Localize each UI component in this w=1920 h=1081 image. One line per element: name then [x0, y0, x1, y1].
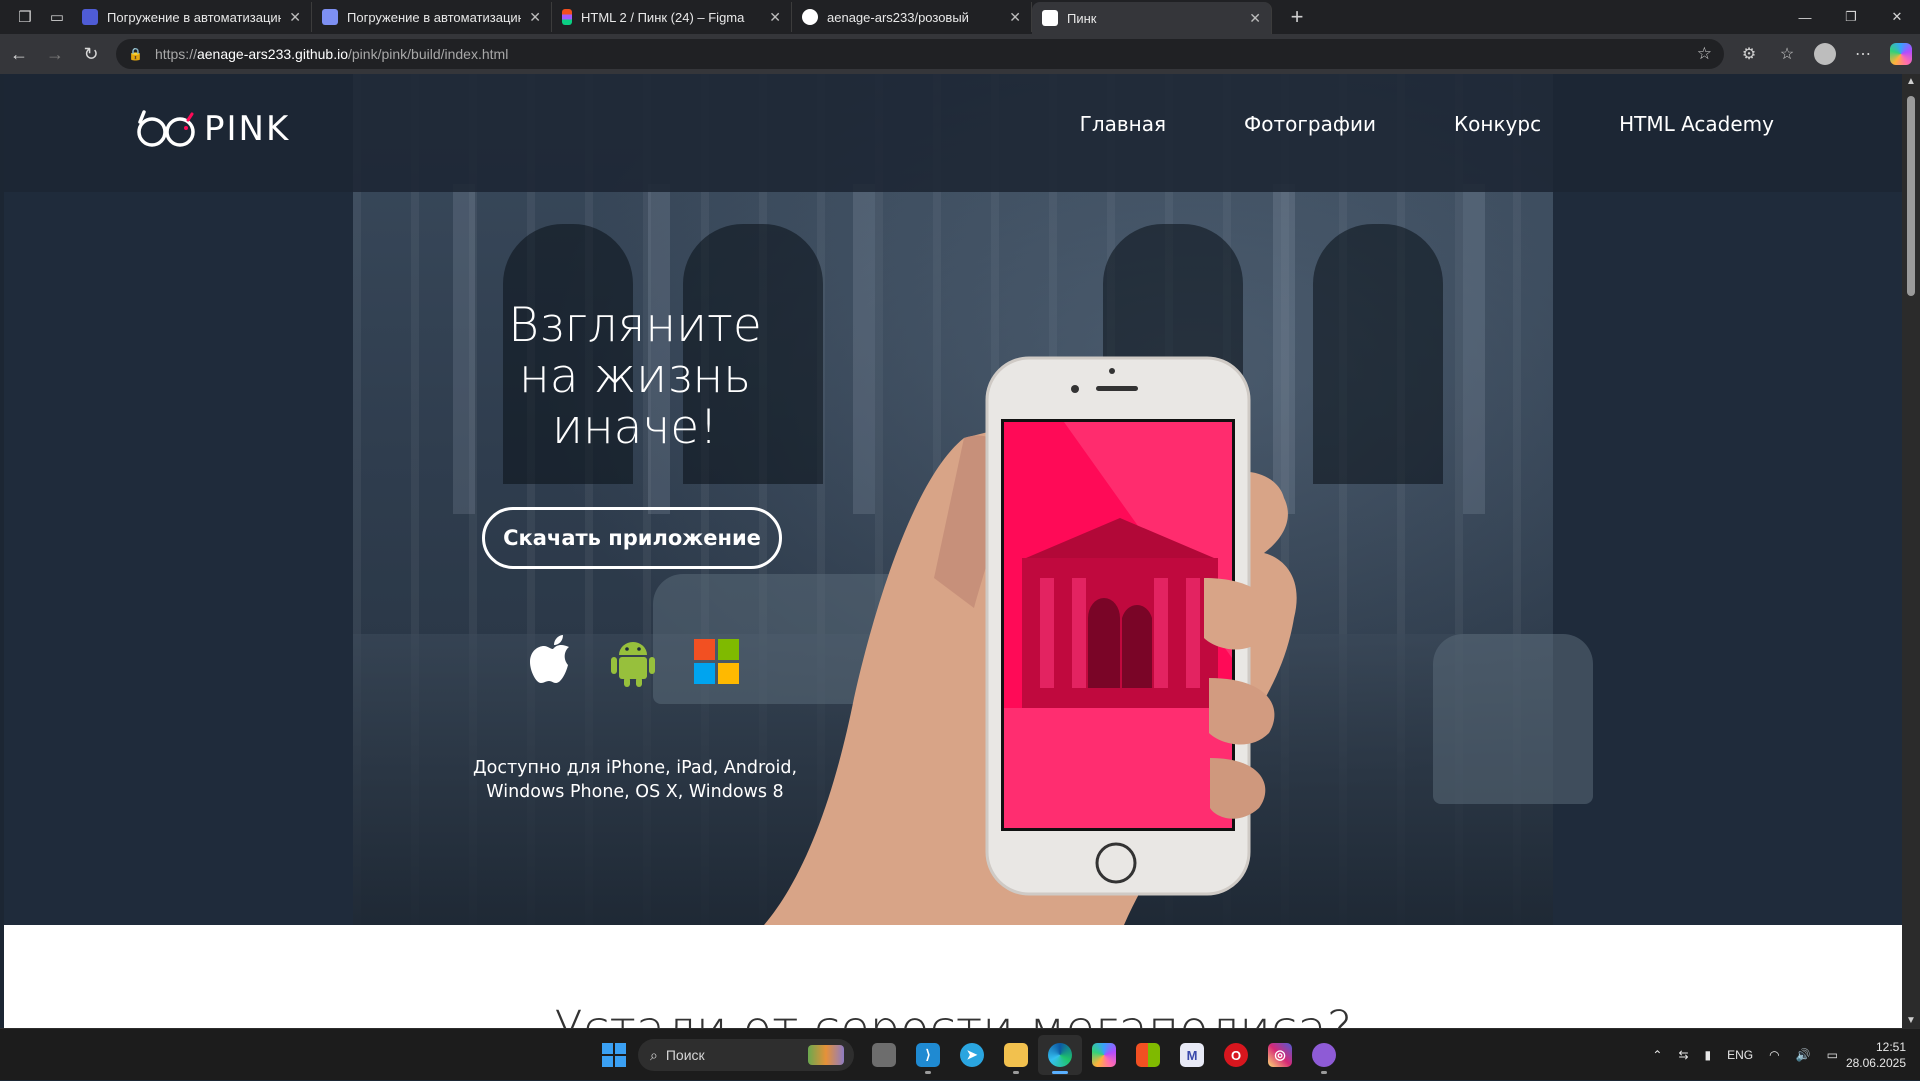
- pink-favicon-icon: [1042, 10, 1058, 26]
- page-viewport: PINK Главная Фотографии Конкурс HTML Aca…: [4, 74, 1902, 1028]
- tab-title: Пинк: [1067, 10, 1097, 26]
- nav-contest[interactable]: Конкурс: [1454, 112, 1541, 136]
- tab-2[interactable]: HTML 2 / Пинк (24) – Figma ✕: [552, 2, 792, 32]
- nav-home[interactable]: Главная: [1080, 112, 1166, 136]
- close-window-icon[interactable]: ✕: [1874, 0, 1920, 34]
- scroll-down-icon[interactable]: ▼: [1902, 1015, 1920, 1026]
- copilot-icon[interactable]: [1882, 43, 1920, 65]
- opera-icon[interactable]: O: [1214, 1035, 1258, 1075]
- tab-title: Погружение в автоматизацию -: [347, 9, 522, 25]
- url-field[interactable]: 🔒 https://aenage-ars233.github.io/pink/p…: [116, 39, 1724, 69]
- github-favicon-icon: [802, 9, 818, 25]
- profile-avatar[interactable]: [1806, 43, 1844, 65]
- taskbar-search[interactable]: ⌕ Поиск: [638, 1039, 854, 1071]
- tab-actions-icon[interactable]: ▭: [42, 2, 72, 32]
- windows-icon[interactable]: [694, 639, 740, 685]
- page-scrollbar[interactable]: ▲ ▼: [1902, 74, 1920, 1028]
- favorite-star-icon[interactable]: ☆: [1697, 44, 1712, 64]
- edge-icon[interactable]: [1038, 1035, 1082, 1075]
- restore-icon[interactable]: ❐: [1828, 0, 1874, 34]
- tab-title: Погружение в автоматизацию -: [107, 9, 282, 25]
- lock-icon[interactable]: 🔒: [128, 47, 143, 61]
- intro-section: Устали от серости мегаполиса?: [4, 925, 1902, 1028]
- nav-html-academy[interactable]: HTML Academy: [1619, 112, 1774, 136]
- close-tab-icon[interactable]: ✕: [529, 9, 541, 26]
- vscode-icon[interactable]: ⟩: [906, 1035, 950, 1075]
- scroll-thumb[interactable]: [1907, 96, 1915, 296]
- tab-4-active[interactable]: Пинк ✕: [1032, 2, 1272, 34]
- tab-title: HTML 2 / Пинк (24) – Figma: [581, 9, 745, 25]
- figma-favicon-icon: [562, 9, 572, 25]
- close-tab-icon[interactable]: ✕: [1009, 9, 1021, 26]
- address-toolbar: ← → ↻ 🔒 https://aenage-ars233.github.io /…: [0, 34, 1920, 74]
- wifi-icon[interactable]: ◠: [1769, 1048, 1779, 1062]
- site-header: PINK Главная Фотографии Конкурс HTML Aca…: [4, 74, 1902, 192]
- url-host: aenage-ars233.github.io: [196, 46, 348, 62]
- language-indicator[interactable]: ENG: [1727, 1048, 1753, 1062]
- browser-tools: ⚙ ☆ ⋯: [1730, 34, 1920, 74]
- tab-strip: ❒ ▭ Погружение в автоматизацию - ✕ Погру…: [0, 0, 1920, 34]
- search-icon: ⌕: [650, 1046, 658, 1063]
- pink-logo[interactable]: PINK: [134, 106, 290, 152]
- glasses-logo-icon: [137, 110, 195, 147]
- hand-holding-phone-image: [764, 356, 1297, 925]
- android-icon[interactable]: [610, 637, 656, 687]
- graph-icon[interactable]: ▮: [1705, 1048, 1712, 1062]
- url-scheme: https://: [154, 46, 197, 62]
- hero-section: PINK Главная Фотографии Конкурс HTML Aca…: [4, 74, 1902, 925]
- favorites-icon[interactable]: ☆: [1768, 44, 1806, 64]
- close-tab-icon[interactable]: ✕: [769, 9, 781, 26]
- start-windows-icon[interactable]: [602, 1043, 626, 1067]
- platform-icons: [528, 633, 743, 691]
- battery-icon[interactable]: ▭: [1827, 1048, 1838, 1062]
- parked-car: [1433, 634, 1593, 804]
- instagram-icon[interactable]: ◎: [1258, 1035, 1302, 1075]
- clock-date: 28.06.2025: [1845, 1056, 1906, 1070]
- section-title: Устали от серости мегаполиса?: [4, 1001, 1902, 1028]
- tab-3[interactable]: aenage-ars233/розовый ✕: [792, 2, 1032, 32]
- tab-title: aenage-ars233/розовый: [827, 9, 969, 25]
- windows-taskbar: ⌕ Поиск ⟩ ➤ M O ◎ ⌃ ⇆ ▮ ENG ◠ 🔊 ▭ 12:51 …: [0, 1028, 1920, 1080]
- workspaces-icon[interactable]: ❒: [10, 2, 40, 32]
- chevron-up-icon[interactable]: ⌃: [1652, 1048, 1662, 1062]
- shield-favicon-icon: [322, 9, 338, 25]
- logo-text: PINK: [204, 109, 291, 149]
- reload-icon[interactable]: ↻: [74, 38, 108, 70]
- mail-icon[interactable]: M: [1170, 1035, 1214, 1075]
- main-nav: Главная Фотографии Конкурс HTML Academy: [1002, 112, 1774, 136]
- window-controls: — ❐ ✕: [1782, 0, 1920, 34]
- volume-icon[interactable]: 🔊: [1796, 1048, 1811, 1062]
- nav-photos[interactable]: Фотографии: [1244, 112, 1376, 136]
- back-icon[interactable]: ←: [2, 38, 36, 70]
- system-tray: ⌃ ⇆ ▮ ENG ◠ 🔊 ▭ 12:51 28.06.2025: [1644, 1029, 1920, 1081]
- taskbar-center: ⌕ Поиск ⟩ ➤ M O ◎: [590, 1035, 1346, 1075]
- forward-icon[interactable]: →: [38, 38, 72, 70]
- search-highlight-image: [808, 1045, 844, 1065]
- copilot-icon[interactable]: [1082, 1035, 1126, 1075]
- building-column: [1463, 184, 1485, 514]
- transfer-icon[interactable]: ⇆: [1678, 1048, 1688, 1062]
- file-explorer-icon[interactable]: [862, 1035, 906, 1075]
- store-icon[interactable]: [1126, 1035, 1170, 1075]
- folder-icon[interactable]: [994, 1035, 1038, 1075]
- minimize-icon[interactable]: —: [1782, 0, 1828, 34]
- search-placeholder: Поиск: [665, 1047, 705, 1063]
- download-app-button[interactable]: Скачать приложение: [482, 507, 782, 569]
- extensions-icon[interactable]: ⚙: [1730, 44, 1768, 64]
- close-tab-icon[interactable]: ✕: [1249, 10, 1261, 27]
- clock[interactable]: 12:51 28.06.2025: [1846, 1039, 1906, 1071]
- building-arch: [1313, 224, 1443, 484]
- close-tab-icon[interactable]: ✕: [289, 9, 301, 26]
- telegram-icon[interactable]: ➤: [950, 1035, 994, 1075]
- github-icon[interactable]: [1302, 1035, 1346, 1075]
- tab-0[interactable]: Погружение в автоматизацию - ✕: [72, 2, 312, 32]
- shield-favicon-icon: [82, 9, 98, 25]
- more-menu-icon[interactable]: ⋯: [1844, 44, 1882, 64]
- new-tab-button[interactable]: +: [1284, 4, 1310, 30]
- scroll-up-icon[interactable]: ▲: [1902, 76, 1920, 87]
- url-path: /pink/pink/build/index.html: [348, 46, 509, 62]
- apple-icon[interactable]: [528, 633, 578, 691]
- tab-1[interactable]: Погружение в автоматизацию - ✕: [312, 2, 552, 32]
- clock-time: 12:51: [1875, 1040, 1906, 1054]
